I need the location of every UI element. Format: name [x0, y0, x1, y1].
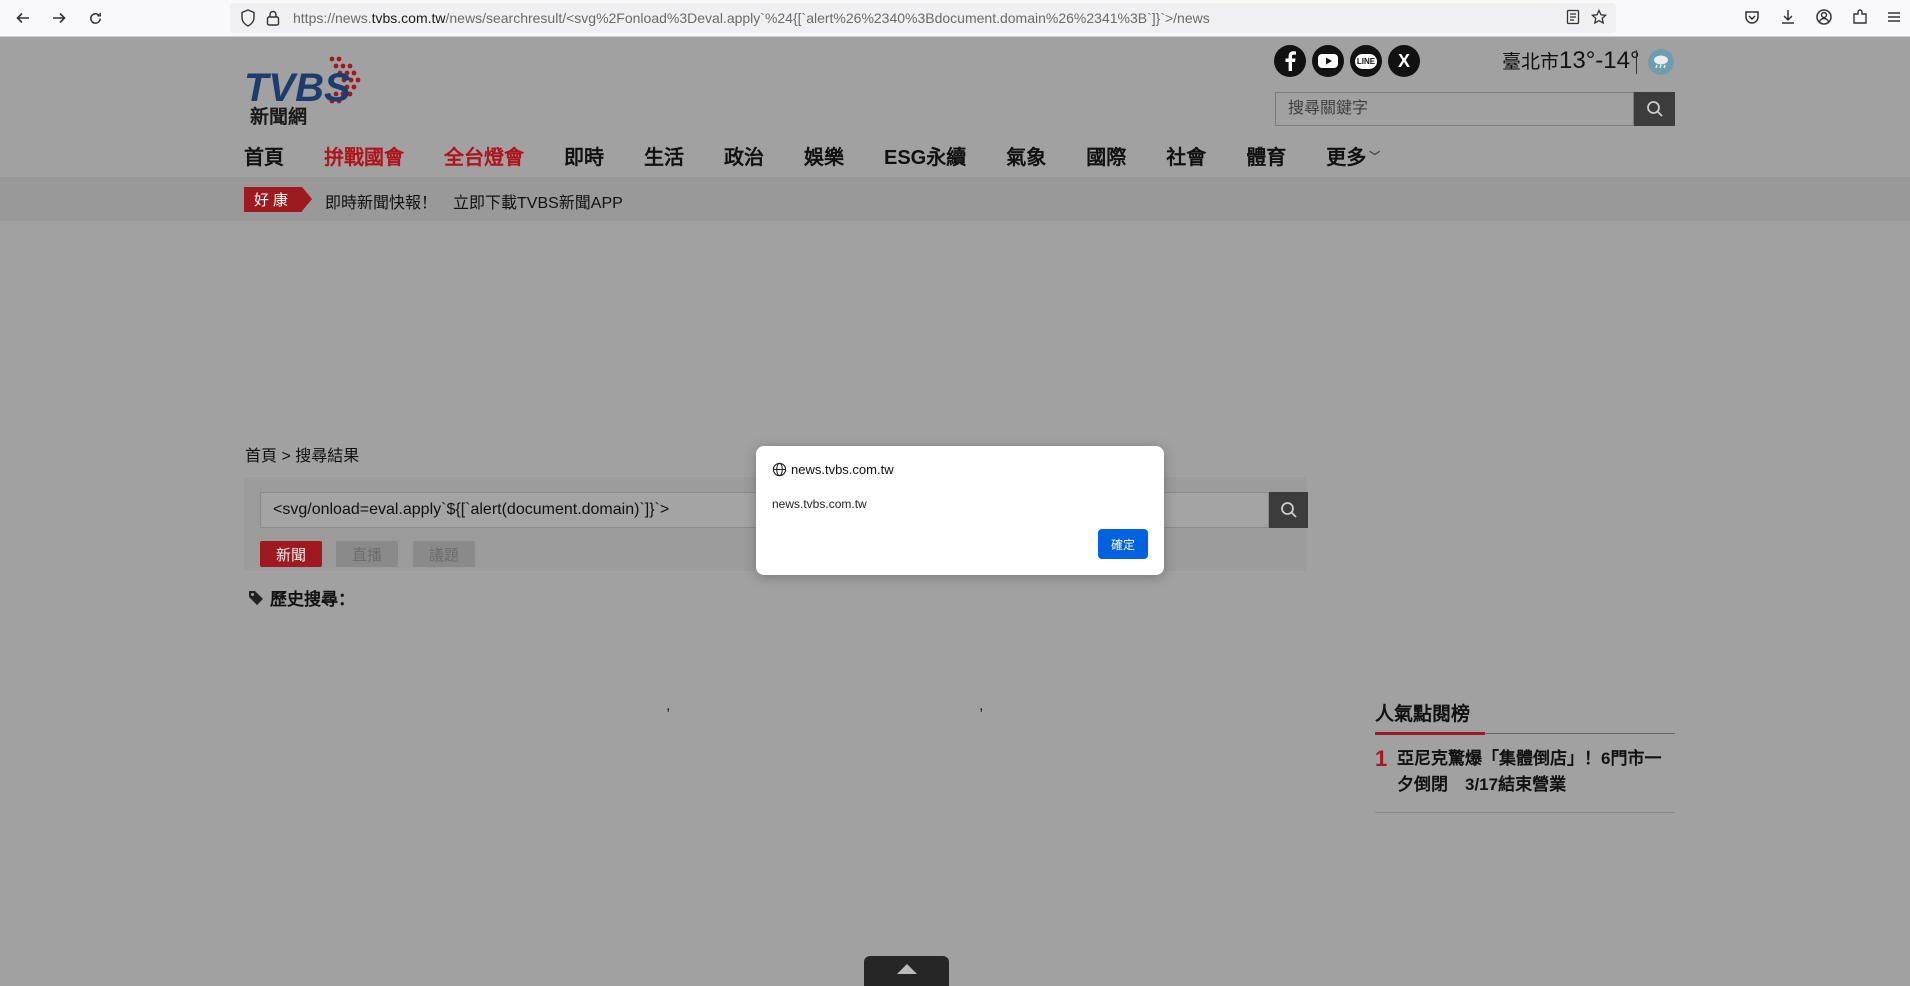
download-icon[interactable]	[1778, 7, 1798, 27]
menu-more-label: 更多	[1326, 147, 1367, 169]
url-bar[interactable]: https://news.tvbs.com.tw/news/searchresu…	[230, 3, 1616, 33]
dialog-header: news.tvbs.com.tw	[772, 462, 894, 477]
reader-view-icon[interactable]	[1566, 9, 1580, 25]
menu-item-election[interactable]: 拚戰國會	[324, 141, 404, 170]
ticker-badge[interactable]: 好康	[244, 187, 312, 212]
history-label: 歷史搜尋：	[270, 590, 355, 609]
menu-icon[interactable]	[1884, 7, 1904, 27]
menu-item-entertainment[interactable]: 娛樂	[804, 141, 844, 170]
ranking-number: 1	[1375, 746, 1388, 771]
reload-icon[interactable]	[84, 7, 106, 29]
chevron-up-icon	[896, 964, 917, 974]
weather-widget: 臺北市13°-14°	[1502, 47, 1640, 75]
header-search-input[interactable]	[1275, 92, 1634, 126]
shield-icon[interactable]	[240, 9, 256, 27]
weather-city: 臺北市	[1502, 52, 1560, 73]
pocket-icon[interactable]	[1742, 7, 1762, 27]
chevron-down-icon: ﹀	[1369, 150, 1381, 163]
ticker-text-breaking[interactable]: 即時新聞快報！	[325, 189, 437, 213]
weather-temp: 13°-14°	[1559, 47, 1640, 74]
header-search-button[interactable]	[1634, 92, 1675, 126]
url-text: https://news.tvbs.com.tw/news/searchresu…	[293, 10, 1210, 26]
ranking-item[interactable]: 1 亞尼克驚爆「集體倒店」！6門市一夕倒閉 3/17結束營業	[1375, 746, 1675, 798]
ticker-text-app[interactable]: 立即下載TVBS新聞APP	[453, 189, 623, 213]
back-icon[interactable]	[12, 7, 34, 29]
x-icon[interactable]: X	[1388, 45, 1420, 77]
tab-live[interactable]: 直播	[336, 541, 398, 567]
stray-comma: ,	[979, 697, 984, 714]
bookmark-star-icon[interactable]	[1591, 9, 1607, 25]
tab-topics[interactable]: 議題	[413, 541, 475, 567]
tag-icon	[249, 590, 263, 605]
facebook-icon[interactable]	[1274, 45, 1306, 77]
menu-item-home[interactable]: 首頁	[244, 141, 284, 170]
search-button[interactable]	[1269, 492, 1308, 528]
ranking-title: 人氣點閱榜	[1375, 704, 1471, 725]
menu-item-world[interactable]: 國際	[1086, 141, 1126, 170]
menu-item-society[interactable]: 社會	[1166, 141, 1206, 170]
rain-cloud-icon	[1648, 49, 1674, 75]
search-history: 歷史搜尋：	[248, 585, 355, 610]
tab-news[interactable]: 新聞	[260, 541, 322, 567]
tvbs-logo[interactable]: TVBS 新聞網	[244, 51, 380, 128]
svg-text:新聞網: 新聞網	[250, 105, 307, 125]
menu-item-lantern-festival[interactable]: 全台燈會	[444, 141, 524, 170]
menu-item-more[interactable]: 更多 ﹀	[1326, 141, 1420, 170]
forward-icon[interactable]	[48, 7, 70, 29]
youtube-icon[interactable]	[1312, 45, 1344, 77]
news-ticker: 好康 即時新聞快報！ 立即下載TVBS新聞APP	[0, 177, 1910, 221]
menu-item-life[interactable]: 生活	[644, 141, 684, 170]
ranking-headline[interactable]: 亞尼克驚爆「集體倒店」！6門市一夕倒閉 3/17結束營業	[1397, 746, 1667, 798]
extensions-icon[interactable]	[1850, 7, 1870, 27]
main-menu: 首頁 拚戰國會 全台燈會 即時 生活 政治 娛樂 ESG永續 氣象 國際 社會 …	[244, 141, 1460, 170]
dialog-origin: news.tvbs.com.tw	[791, 462, 894, 477]
line-icon[interactable]: LINE	[1350, 45, 1382, 77]
stray-comma: ,	[666, 697, 671, 714]
alert-dialog: news.tvbs.com.tw news.tvbs.com.tw 確定	[756, 446, 1164, 575]
globe-icon	[772, 462, 787, 477]
menu-item-latest[interactable]: 即時	[564, 141, 604, 170]
header-search	[1275, 92, 1675, 126]
ok-button[interactable]: 確定	[1098, 529, 1148, 559]
lock-icon[interactable]	[266, 9, 280, 27]
popular-ranking: 人氣點閱榜 1 亞尼克驚爆「集體倒店」！6門市一夕倒閉 3/17結束營業	[1375, 699, 1675, 813]
weather-divider	[1636, 50, 1637, 74]
ranking-item-divider	[1375, 812, 1675, 813]
search-icon	[1646, 101, 1663, 117]
ranking-divider	[1375, 732, 1675, 735]
dialog-message: news.tvbs.com.tw	[772, 497, 867, 511]
menu-item-esg[interactable]: ESG永續	[884, 141, 966, 170]
menu-item-politics[interactable]: 政治	[724, 141, 764, 170]
breadcrumb[interactable]: 首頁 > 搜尋結果	[245, 442, 359, 466]
menu-item-sports[interactable]: 體育	[1246, 141, 1286, 170]
svg-text:TVBS: TVBS	[244, 66, 351, 110]
browser-toolbar: https://news.tvbs.com.tw/news/searchresu…	[0, 0, 1910, 37]
account-icon[interactable]	[1814, 7, 1834, 27]
search-icon	[1280, 502, 1297, 518]
menu-item-weather[interactable]: 氣象	[1006, 141, 1046, 170]
